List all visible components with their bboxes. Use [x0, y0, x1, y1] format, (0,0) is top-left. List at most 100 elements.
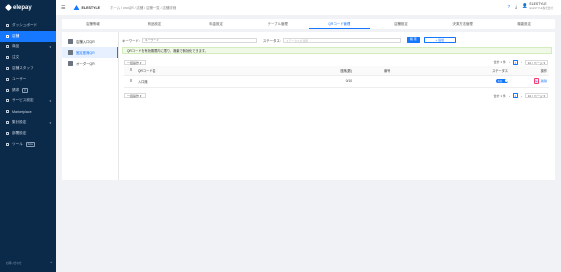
- table-header-row: QRコード名 座席(数) 番号 ステータス 操作: [124, 66, 549, 76]
- col-qr-name: QRコード名: [138, 66, 208, 76]
- tool-icon: [6, 142, 9, 146]
- qr-type-label: オーダーQR: [76, 62, 95, 66]
- row-checkbox[interactable]: [129, 79, 133, 82]
- tab-7[interactable]: 機能設定: [493, 19, 555, 29]
- qr-type-item-1[interactable]: 固定座席QR: [62, 47, 118, 58]
- qr-type-label: 固定座席QR: [76, 51, 95, 55]
- sidebar-item-7[interactable]: サービス設定 ▾: [0, 96, 56, 107]
- next-page-icon[interactable]: ›: [521, 60, 522, 64]
- sidebar-item-10[interactable]: 部署設定: [0, 128, 56, 139]
- pagination-bottom: 合計 1 件 ‹ 1 › 10 / ページ ▾: [494, 93, 548, 98]
- sidebar-item-9[interactable]: 集計設定 ▾: [0, 117, 56, 128]
- logo[interactable]: elepay: [0, 0, 56, 15]
- sidebar: elepay ダッシュボード 店舗 商品 ▾ 注文 店舗スタッフ ユーザー 請求 β サービス設定…: [0, 0, 56, 272]
- page-number[interactable]: 1: [512, 59, 518, 65]
- report-icon: [6, 121, 9, 125]
- chevron-down-icon: ▾: [49, 98, 51, 103]
- billing-icon: [6, 88, 9, 92]
- tab-3[interactable]: テーブル管理: [247, 19, 309, 29]
- bulk-action-select-bottom[interactable]: 一括操作 ▾: [124, 93, 146, 98]
- user-company: ELESTYLE株式会社: [529, 6, 554, 10]
- sidebar-item-label: ダッシュボード: [12, 22, 38, 27]
- sidebar-item-4[interactable]: 店舗スタッフ: [0, 63, 56, 74]
- sidebar-item-label: 商品: [12, 44, 20, 49]
- qr-thumbnail-icon: [68, 61, 73, 66]
- bulk-action-select[interactable]: 一括操作 ▾: [124, 59, 146, 65]
- store-tabs: 店舗情報 商品設定 料金設定 テーブル管理 QRコード管理 店舗設定 決済方法管理 機能設定: [62, 19, 555, 29]
- user-menu[interactable]: 👤 ELESTYLE ELESTYLE株式会社: [522, 2, 554, 10]
- top-table-bar: 一括操作 ▾ 合計 1 件 ‹ 1 › 10 / ページ ▾: [122, 58, 552, 66]
- seats-cell: 0/10: [208, 75, 380, 88]
- qr-name-cell: 入口席: [138, 75, 208, 88]
- download-icon[interactable]: ⤓: [515, 4, 517, 9]
- info-notice: QRコードを有効期限内に限り、廃棄で無効化できます。: [122, 47, 552, 54]
- sidebar-footer: お問い合わせ «: [6, 261, 52, 265]
- qr-type-nav: 店舗入口QR 固定座席QR オーダーQR: [62, 36, 118, 69]
- order-icon: [6, 56, 9, 60]
- header-actions: ? ⤓ 👤 ELESTYLE ELESTYLE株式会社: [508, 2, 554, 10]
- keyword-label: キーワード:: [122, 38, 140, 43]
- qr-type-item-2[interactable]: オーダーQR: [62, 58, 118, 69]
- sidebar-item-label: 部署設定: [12, 130, 27, 135]
- top-header: ☰ ELESTYLE ホーム / onoQR / 店舗 / 店舗一覧 / 店舗詳…: [56, 0, 561, 15]
- add-button[interactable]: + 追加: [423, 37, 456, 43]
- prev-page-icon[interactable]: ‹: [509, 94, 510, 98]
- qr-type-item-0[interactable]: 店舗入口QR: [62, 36, 118, 47]
- select-all-checkbox[interactable]: [129, 68, 133, 72]
- search-button[interactable]: 検 索: [406, 37, 420, 43]
- filter-bar: キーワード: ステータス: ステータスを選択 検 索 + 追加: [122, 36, 552, 44]
- chevron-down-icon: ▾: [49, 120, 51, 125]
- page-size-select[interactable]: 10 / ページ ▾: [524, 93, 548, 98]
- sidebar-item-6[interactable]: 請求 β: [0, 85, 56, 96]
- bottom-table-bar: 一括操作 ▾ 合計 1 件 ‹ 1 › 10 / ページ ▾: [122, 92, 552, 100]
- sidebar-item-2[interactable]: 商品 ▾: [0, 42, 56, 53]
- tab-6[interactable]: 決済方法管理: [432, 19, 494, 29]
- col-seats: 座席(数): [208, 66, 380, 76]
- elepay-logo-icon: [4, 3, 13, 12]
- shop-logo-icon: [73, 5, 80, 10]
- hamburger-menu-icon[interactable]: ☰: [61, 5, 65, 11]
- sidebar-item-label: サービス設定: [12, 98, 34, 103]
- footer-link[interactable]: お問い合わせ: [6, 262, 22, 265]
- tab-5[interactable]: 店舗設定: [370, 19, 432, 29]
- edit-button[interactable]: 編: [533, 78, 540, 84]
- sidebar-item-label: 店舗: [12, 33, 20, 38]
- qr-management-card: 店舗入口QR 固定座席QR オーダーQR キーワード: ステータス: ステータスを選…: [62, 32, 555, 180]
- sidebar-item-label: 注文: [12, 55, 20, 60]
- sidebar-item-3[interactable]: 注文: [0, 52, 56, 63]
- sidebar-item-5[interactable]: ユーザー: [0, 74, 56, 85]
- breadcrumb[interactable]: ホーム / onoQR / 店舗 / 店舗一覧 / 店舗詳細: [110, 5, 176, 10]
- col-status: ステータス: [454, 66, 524, 76]
- sidebar-item-8[interactable]: Marketplace: [0, 106, 56, 117]
- page-size-select[interactable]: 10 / ページ ▾: [524, 59, 548, 65]
- prev-page-icon[interactable]: ‹: [509, 60, 510, 64]
- help-icon[interactable]: ?: [508, 4, 510, 9]
- sidebar-item-label: 店舗スタッフ: [12, 66, 34, 71]
- tab-2[interactable]: 料金設定: [185, 19, 247, 29]
- sidebar-item-0[interactable]: ダッシュボード: [0, 20, 56, 31]
- marketplace-icon: [6, 110, 9, 114]
- shop-name: ELESTYLE: [81, 5, 101, 10]
- logo-text: elepay: [13, 4, 32, 11]
- status-select[interactable]: ステータスを選択: [282, 37, 401, 43]
- next-page-icon[interactable]: ›: [521, 94, 522, 98]
- pagination-top: 合計 1 件 ‹ 1 › 10 / ページ ▾: [493, 59, 548, 65]
- qr-table: QRコード名 座席(数) 番号 ステータス 操作 入口席 0/10 有効 編 削…: [124, 66, 549, 88]
- tab-1[interactable]: 商品設定: [124, 19, 186, 29]
- tab-4[interactable]: QRコード管理: [308, 19, 371, 29]
- department-icon: [6, 131, 9, 135]
- col-number: 番号: [380, 66, 454, 76]
- staff-icon: [6, 67, 9, 71]
- sidebar-nav: ダッシュボード 店舗 商品 ▾ 注文 店舗スタッフ ユーザー 請求 β サービス設定 ▾ Market…: [0, 20, 56, 150]
- total-count: 合計 1 件: [493, 60, 506, 64]
- service-icon: [6, 99, 9, 103]
- table-row: 入口席 0/10 有効 編 削除: [124, 75, 549, 88]
- keyword-input[interactable]: [141, 37, 257, 43]
- sidebar-item-11[interactable]: ツール beta: [0, 139, 56, 150]
- delete-button[interactable]: 削除: [541, 79, 547, 83]
- tab-0[interactable]: 店舗情報: [62, 19, 124, 29]
- status-toggle[interactable]: 有効: [496, 79, 508, 83]
- page-number[interactable]: 1: [512, 93, 518, 98]
- collapse-sidebar-icon[interactable]: «: [51, 261, 52, 264]
- sidebar-item-1[interactable]: 店舗: [0, 30, 56, 42]
